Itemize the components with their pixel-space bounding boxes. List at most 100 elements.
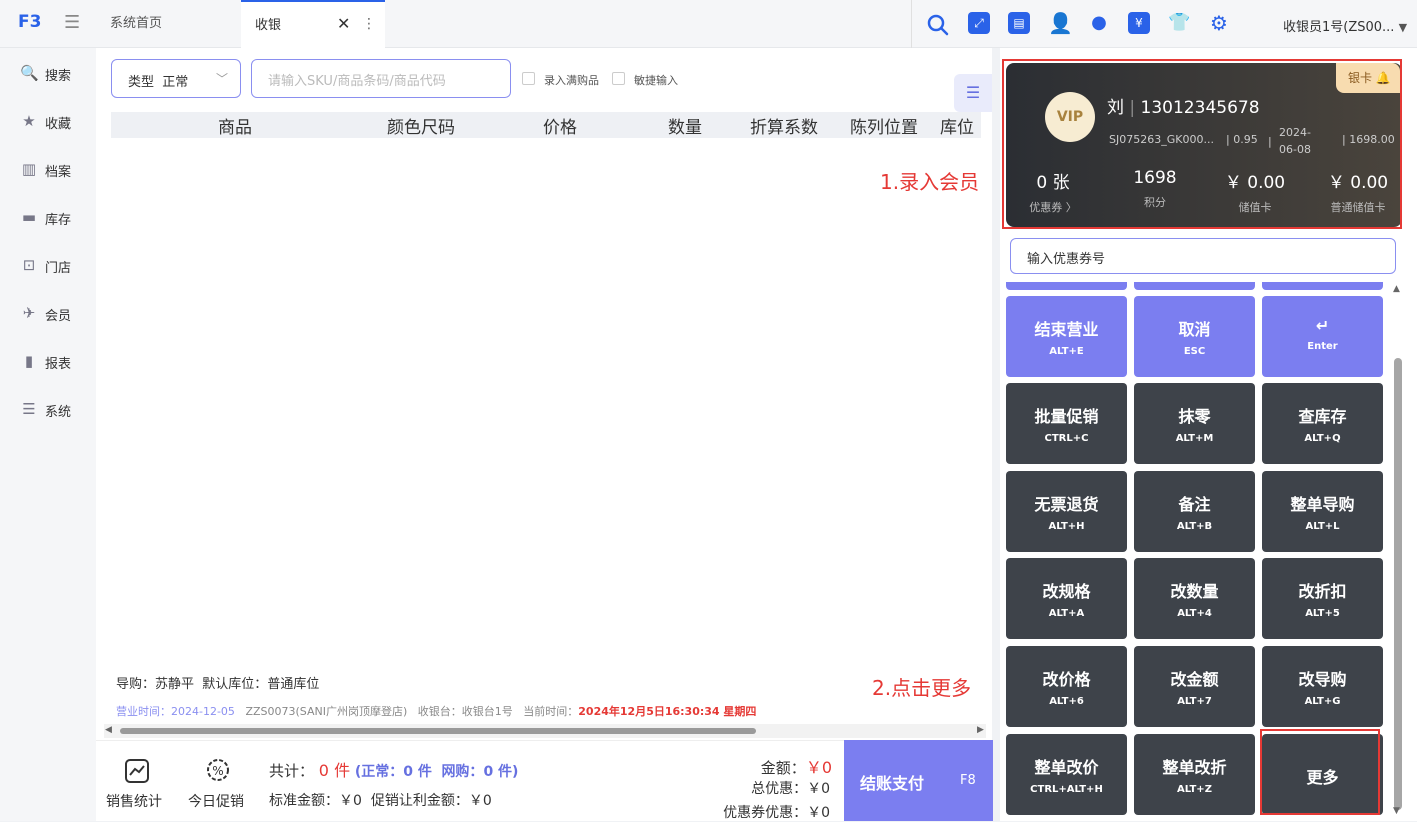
sidebar-item-archive[interactable]: ▥ 档案 (0, 150, 96, 190)
user-menu[interactable]: 收银员1号(ZS00... ▼ (1283, 16, 1407, 35)
coupon-input[interactable]: 输入优惠券号 (1010, 238, 1396, 274)
sales-stats-button[interactable]: 销售统计 (106, 791, 162, 811)
key-shortcut: ALT+A (1048, 608, 1085, 619)
sidebar-item-label: 库存 (45, 213, 72, 228)
key-button[interactable]: 改折扣 ALT+5 (1262, 558, 1383, 639)
today-promo-button[interactable]: 今日促销 (188, 791, 244, 811)
sidebar-item-favorites[interactable]: ★ 收藏 (0, 102, 96, 142)
col-display-position: 陈列位置 (850, 118, 918, 138)
amount-line: 金额：￥0 (761, 754, 832, 778)
promo-icon[interactable]: % (205, 757, 231, 783)
pay-key: F8 (960, 773, 976, 788)
horizontal-scroll-thumb[interactable] (120, 728, 756, 734)
tab-menu-icon[interactable]: ⋮ (362, 0, 376, 48)
key-label: 无票退货 (1034, 495, 1099, 514)
total-summary: 共计： 0 件 (正常：0 件 网购：0 件) (269, 757, 518, 781)
sidebar-item-search[interactable]: 🔍 搜索 (0, 54, 96, 94)
key-button[interactable]: 改金额 ALT+7 (1134, 646, 1255, 727)
sidebar-item-inventory[interactable]: ▬ 库存 (0, 198, 96, 238)
search-icon[interactable] (926, 13, 950, 37)
key-button[interactable]: 抹零 ALT+M (1134, 383, 1255, 464)
chevron-down-icon: ﹀ (215, 72, 228, 86)
key-button[interactable]: 无票退货 ALT+H (1006, 471, 1127, 552)
sidebar-item-label: 搜索 (45, 69, 72, 84)
sidebar-item-report[interactable]: ▮ 报表 (0, 342, 96, 382)
now-label: 当前时间： (523, 705, 579, 718)
key-button[interactable]: 整单改价 CTRL+ALT+H (1006, 734, 1127, 815)
key-label: 整单导购 (1290, 495, 1355, 514)
clipboard-icon[interactable]: ▤ (1008, 12, 1030, 34)
normal-label: (正常： (354, 764, 404, 780)
key-label: 查库存 (1298, 407, 1347, 426)
key-shortcut: ALT+4 (1177, 608, 1212, 619)
key-button[interactable]: 改规格 ALT+A (1006, 558, 1127, 639)
sidebar-item-store[interactable]: ⊡ 门店 (0, 246, 96, 286)
inventory-icon: ▬ (21, 208, 37, 226)
scroll-left-icon[interactable]: ◀ (105, 725, 112, 735)
quick-input-checkbox[interactable] (612, 72, 625, 85)
sidebar-item-label: 系统 (45, 405, 72, 420)
tab-close-icon[interactable]: ✕ (337, 0, 350, 48)
checkout-pay-button[interactable]: 结账支付 F8 (844, 740, 993, 821)
total-count: 0 件 (318, 761, 351, 780)
standard-amount: 标准金额：￥0 (269, 793, 362, 809)
default-loc-label: 默认库位： (202, 677, 268, 692)
normal-count: 0 件 (403, 764, 432, 780)
divider (911, 0, 912, 48)
online-label: 网购： (441, 764, 484, 780)
register-label: 收银台： (417, 705, 462, 718)
star-icon: ★ (22, 112, 36, 130)
guide-label: 导购： (116, 677, 156, 692)
sku-input[interactable]: 请输入SKU/商品条码/商品代码 (251, 59, 511, 98)
annotation-step2: 2.点击更多 (872, 676, 972, 700)
key-button[interactable]: 取消 ESC (1134, 296, 1255, 377)
key-partial (1134, 282, 1255, 290)
online-count: 0 件) (483, 764, 519, 780)
sidebar-item-label: 档案 (45, 165, 72, 180)
key-label: 改规格 (1042, 582, 1091, 601)
key-button[interactable]: 备注 ALT+B (1134, 471, 1255, 552)
user-icon[interactable]: 👤 (1048, 12, 1073, 34)
full-purchase-checkbox[interactable] (522, 72, 535, 85)
sidebar-item-member[interactable]: ✈ 会员 (0, 294, 96, 334)
collapse-sidebar-icon[interactable]: ☰ (64, 12, 80, 33)
bulb-icon[interactable]: ● (1088, 12, 1110, 34)
key-shortcut: ALT+6 (1049, 696, 1084, 707)
scroll-right-icon[interactable]: ▶ (977, 725, 984, 735)
key-partial (1006, 282, 1127, 290)
key-button[interactable]: 整单导购 ALT+L (1262, 471, 1383, 552)
key-button[interactable]: 整单改折 ALT+Z (1134, 734, 1255, 815)
annotation-step1: 1.录入会员 (880, 170, 980, 194)
key-shortcut: ALT+B (1176, 521, 1213, 532)
store-icon: ⊡ (22, 256, 36, 274)
scroll-down-icon[interactable]: ▼ (1393, 806, 1400, 816)
gear-icon[interactable]: ⚙ (1208, 12, 1230, 34)
key-label: ↵ (1315, 316, 1330, 335)
key-label: 整单改折 (1162, 758, 1227, 777)
key-label: 改数量 (1170, 582, 1219, 601)
key-button[interactable]: 改价格 ALT+6 (1006, 646, 1127, 727)
key-label: 结束营业 (1034, 320, 1099, 339)
chart-icon[interactable] (124, 758, 150, 784)
key-button[interactable]: 改数量 ALT+4 (1134, 558, 1255, 639)
key-button[interactable]: 查库存 ALT+Q (1262, 383, 1383, 464)
chevron-down-icon: ▼ (1398, 21, 1408, 34)
key-button[interactable]: 结束营业 ALT+E (1006, 296, 1127, 377)
panel-toggle-icon[interactable]: ☰ (954, 74, 992, 112)
quick-input-label: 敏捷输入 (634, 74, 678, 87)
key-button[interactable]: 批量促销 CTRL+C (1006, 383, 1127, 464)
default-loc: 普通库位 (267, 677, 320, 692)
type-select[interactable]: 类型 正常 ﹀ (111, 59, 241, 98)
fullscreen-icon[interactable]: ⤢ (968, 12, 990, 34)
key-button[interactable]: ↵ Enter (1262, 296, 1383, 377)
amount-value: ￥0 (805, 758, 832, 777)
status-line: 营业时间：2024-12-05 ZZS0073(SANI广州岗顶摩登店) 收银台… (116, 703, 756, 719)
key-shortcut: CTRL+ALT+H (1030, 784, 1103, 795)
cashier-icon[interactable]: ¥ (1128, 12, 1150, 34)
key-button[interactable]: 改导购 ALT+G (1262, 646, 1383, 727)
scroll-up-icon[interactable]: ▲ (1393, 284, 1400, 294)
shirt-icon[interactable]: 👕 (1168, 12, 1190, 34)
sidebar-item-system[interactable]: ☰ 系统 (0, 390, 96, 430)
vertical-scroll-thumb[interactable] (1394, 358, 1402, 810)
tab-home[interactable]: 系统首页 (96, 0, 240, 48)
